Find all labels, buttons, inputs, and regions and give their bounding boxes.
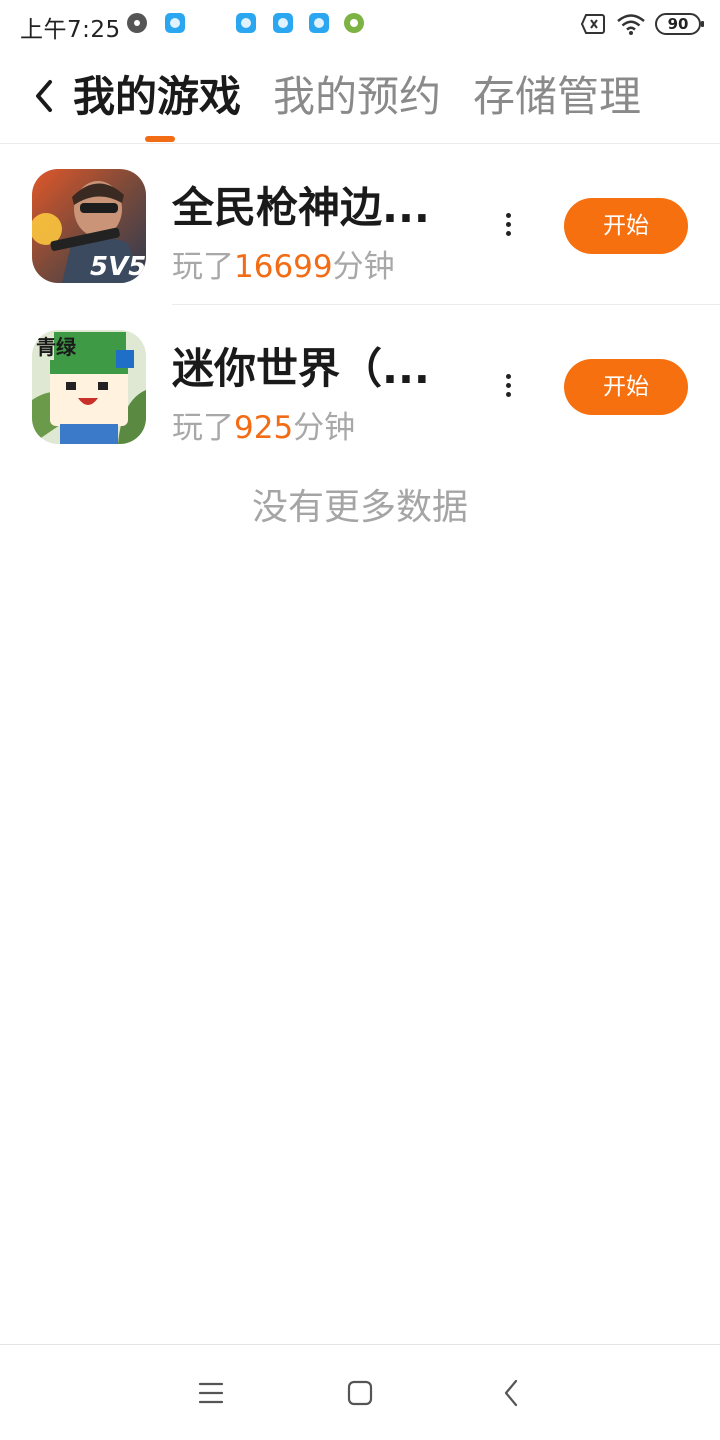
playtime-prefix: 玩了 (172, 410, 234, 446)
tab-storage-management[interactable]: 存储管理 (473, 70, 641, 124)
playtime-suffix: 分钟 (332, 249, 395, 285)
playtime-minutes: 925 (234, 410, 294, 446)
dot (506, 231, 511, 236)
app-notification-icon (309, 13, 329, 33)
no-sim-icon (580, 14, 605, 34)
menu-icon (198, 1382, 224, 1404)
active-tab-indicator (145, 136, 175, 142)
back-button[interactable] (26, 74, 66, 118)
playtime-prefix: 玩了 (172, 249, 234, 285)
dot (506, 374, 511, 379)
game-list-item[interactable]: 青绿 迷你世界（... 玩了925分钟 开始 (0, 306, 720, 466)
game-list-item[interactable]: 5V5 全民枪神边... 玩了16699分钟 开始 (0, 145, 720, 305)
app-notification-icon (273, 13, 293, 33)
system-nav-bar (0, 1344, 720, 1440)
dot (506, 213, 511, 218)
no-more-data-text: 没有更多数据 (251, 487, 468, 528)
dot (506, 222, 511, 227)
mini-world-game-icon[interactable]: 青绿 (32, 330, 146, 444)
media-disc-icon (127, 13, 147, 33)
game-title: 全民枪神边... (172, 183, 430, 232)
status-time: 上午7:25 (20, 17, 121, 43)
shooter-game-icon[interactable]: 5V5 (32, 169, 146, 283)
app-notification-icon (165, 13, 185, 33)
home-icon (347, 1380, 373, 1406)
wifi-icon (617, 14, 645, 35)
back-icon (504, 1379, 518, 1407)
game-playtime: 玩了925分钟 (172, 408, 355, 448)
settings-notification-icon (344, 13, 364, 33)
app-notification-icon (236, 13, 256, 33)
start-game-button[interactable]: 开始 (564, 359, 688, 415)
more-options-button[interactable] (494, 203, 522, 247)
divider (172, 304, 720, 305)
nav-back-button[interactable] (491, 1375, 531, 1411)
game-playtime: 玩了16699分钟 (172, 247, 395, 287)
more-options-button[interactable] (494, 364, 522, 408)
status-bar: 上午7:25 90 (0, 0, 720, 50)
start-game-button[interactable]: 开始 (564, 198, 688, 254)
svg-text:5V5: 5V5 (90, 252, 146, 282)
playtime-minutes: 16699 (234, 249, 333, 285)
svg-text:青绿: 青绿 (36, 335, 77, 359)
chevron-left-icon (36, 80, 52, 112)
battery-icon: 90 (655, 13, 704, 35)
menu-button[interactable] (191, 1375, 231, 1411)
home-button[interactable] (340, 1375, 380, 1411)
dot (506, 392, 511, 397)
tab-my-reservations[interactable]: 我的预约 (273, 70, 441, 124)
game-title: 迷你世界（... (172, 344, 430, 393)
playtime-suffix: 分钟 (293, 410, 356, 446)
tab-header: 我的游戏 我的预约 存储管理 (0, 50, 720, 144)
dot (506, 383, 511, 388)
tab-my-games[interactable]: 我的游戏 (73, 70, 241, 124)
